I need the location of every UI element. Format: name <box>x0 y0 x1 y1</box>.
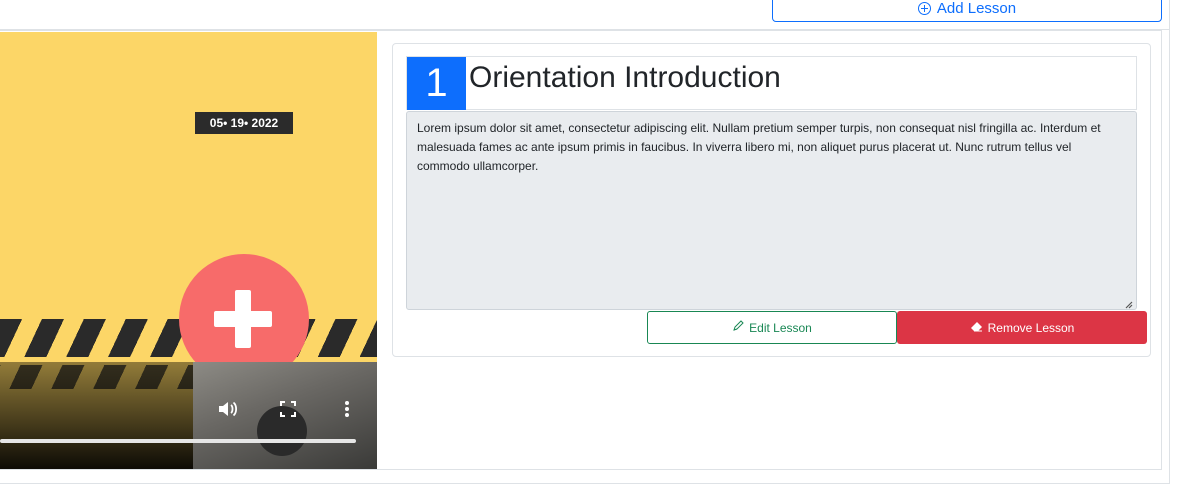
first-aid-plus-icon <box>214 290 272 348</box>
divider <box>1169 30 1170 484</box>
remove-lesson-label: Remove Lesson <box>987 320 1075 335</box>
divider <box>0 483 1170 484</box>
video-date-overlay: 05• 19• 2022 <box>195 112 293 134</box>
lesson-description-textarea[interactable]: Lorem ipsum dolor sit amet, consectetur … <box>406 111 1137 310</box>
more-vertical-icon[interactable] <box>336 398 358 420</box>
edit-lesson-label: Edit Lesson <box>749 320 812 335</box>
fullscreen-icon[interactable] <box>277 398 299 420</box>
video-progress-bar[interactable] <box>0 439 356 443</box>
eraser-icon <box>970 320 983 335</box>
remove-lesson-button[interactable]: Remove Lesson <box>897 311 1147 344</box>
add-lesson-button[interactable]: Add Lesson <box>772 0 1162 22</box>
volume-icon[interactable] <box>217 398 239 420</box>
resize-handle-icon[interactable] <box>1123 296 1133 309</box>
lesson-title: Orientation Introduction <box>469 61 781 94</box>
edit-lesson-button[interactable]: Edit Lesson <box>647 311 897 344</box>
lesson-number-badge: 1 <box>407 57 466 110</box>
lesson-description-text: Lorem ipsum dolor sit amet, consectetur … <box>417 121 1101 173</box>
pencil-icon <box>732 320 744 335</box>
add-lesson-label: Add Lesson <box>936 0 1017 17</box>
plus-circle-icon <box>917 1 931 15</box>
